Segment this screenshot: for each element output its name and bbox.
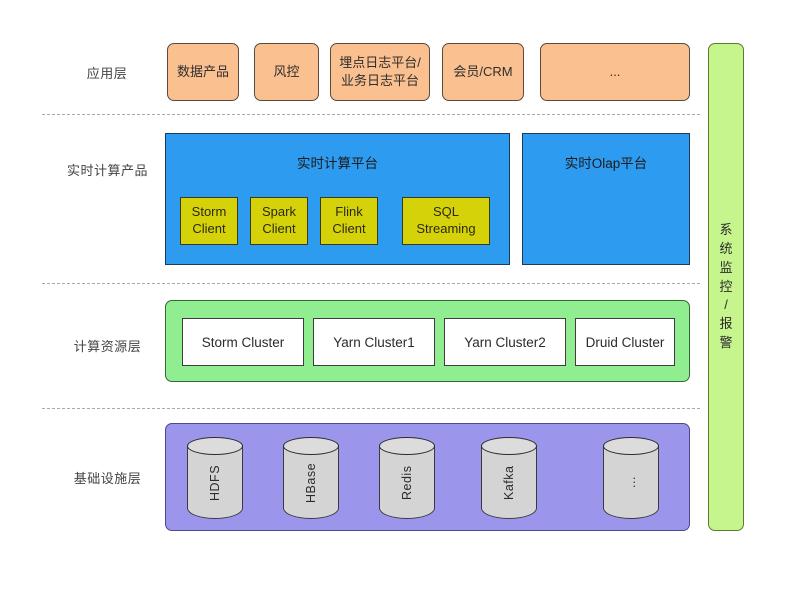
realtime-olap-title: 实时Olap平台 [564, 156, 648, 171]
cluster-label: Yarn Cluster2 [464, 334, 546, 350]
app-box-member-crm[interactable]: 会员/CRM [442, 43, 524, 101]
cluster-box-yarn2[interactable]: Yarn Cluster2 [444, 318, 566, 366]
datastore-more[interactable]: ... [603, 437, 659, 519]
monitor-char: 监 [719, 259, 733, 275]
datastore-label: Redis [400, 465, 414, 500]
app-box-log-platform[interactable]: 埋点日志平台/ 业务日志平台 [330, 43, 430, 101]
infrastructure-band: HDFS HBase Redis Kafka ... [165, 423, 690, 531]
cluster-label: Yarn Cluster1 [333, 334, 415, 350]
app-box-label: 会员/CRM [453, 64, 513, 80]
divider-realtime-resource [42, 283, 700, 284]
datastore-redis[interactable]: Redis [379, 437, 435, 519]
datastore-label: ... [624, 476, 638, 489]
realtime-olap-platform[interactable]: 实时Olap平台 [522, 133, 690, 265]
cluster-label: Druid Cluster [585, 334, 665, 350]
client-label-line2: Streaming [416, 221, 476, 236]
monitor-char: 警 [719, 335, 733, 351]
client-box-spark[interactable]: Spark Client [250, 197, 308, 245]
cluster-box-yarn1[interactable]: Yarn Cluster1 [313, 318, 435, 366]
app-box-risk-control[interactable]: 风控 [254, 43, 319, 101]
row-label-realtime: 实时计算产品 [66, 163, 148, 178]
architecture-diagram: 应用层 实时计算产品 计算资源层 基础设施层 数据产品 风控 埋点日志平台/ 业… [0, 0, 800, 589]
compute-resource-band: Storm Cluster Yarn Cluster1 Yarn Cluster… [165, 300, 690, 382]
client-box-flink[interactable]: Flink Client [320, 197, 378, 245]
system-monitoring-label: 系 统 监 控 / 报 警 [709, 44, 743, 530]
app-box-data-product[interactable]: 数据产品 [167, 43, 239, 101]
client-label-line1: Flink [335, 204, 363, 220]
client-label-line1: SQL [432, 204, 459, 220]
client-label-line1: Storm [191, 204, 227, 220]
divider-application-realtime [42, 114, 700, 115]
app-box-label: 风控 [273, 64, 300, 80]
client-label-line1: Spark [262, 204, 296, 220]
monitor-char: / [724, 297, 728, 313]
row-label-resource: 计算资源层 [73, 339, 142, 354]
client-box-sql-streaming[interactable]: SQL Streaming [402, 197, 490, 245]
app-box-more[interactable]: ... [540, 43, 690, 101]
datastore-label: Kafka [502, 465, 516, 500]
datastore-kafka[interactable]: Kafka [481, 437, 537, 519]
app-box-label-line1: 埋点日志平台/ [339, 55, 421, 71]
client-label-line2: Client [332, 221, 366, 236]
app-box-label: ... [609, 64, 621, 80]
client-label-line2: Client [262, 221, 296, 236]
realtime-platform-title: 实时计算平台 [297, 156, 378, 171]
system-monitoring-bar[interactable]: 系 统 监 控 / 报 警 [708, 43, 744, 531]
divider-resource-infrastructure [42, 408, 700, 409]
client-box-storm[interactable]: Storm Client [180, 197, 238, 245]
datastore-label: HDFS [208, 464, 222, 501]
client-label-line2: Client [192, 221, 226, 236]
datastore-hdfs[interactable]: HDFS [187, 437, 243, 519]
cluster-box-druid[interactable]: Druid Cluster [575, 318, 675, 366]
monitor-char: 控 [719, 278, 733, 294]
app-box-label-line2: 业务日志平台 [340, 73, 419, 88]
cluster-box-storm[interactable]: Storm Cluster [182, 318, 304, 366]
realtime-compute-platform[interactable]: 实时计算平台 Storm Client Spark Client Flink C… [165, 133, 510, 265]
row-label-application: 应用层 [86, 66, 128, 81]
datastore-label: HBase [304, 462, 318, 503]
monitor-char: 系 [719, 222, 733, 238]
cluster-label: Storm Cluster [201, 334, 285, 350]
app-box-label: 数据产品 [176, 64, 229, 80]
datastore-hbase[interactable]: HBase [283, 437, 339, 519]
monitor-char: 报 [719, 316, 733, 332]
monitor-char: 统 [719, 240, 733, 256]
row-label-infrastructure: 基础设施层 [73, 471, 142, 486]
